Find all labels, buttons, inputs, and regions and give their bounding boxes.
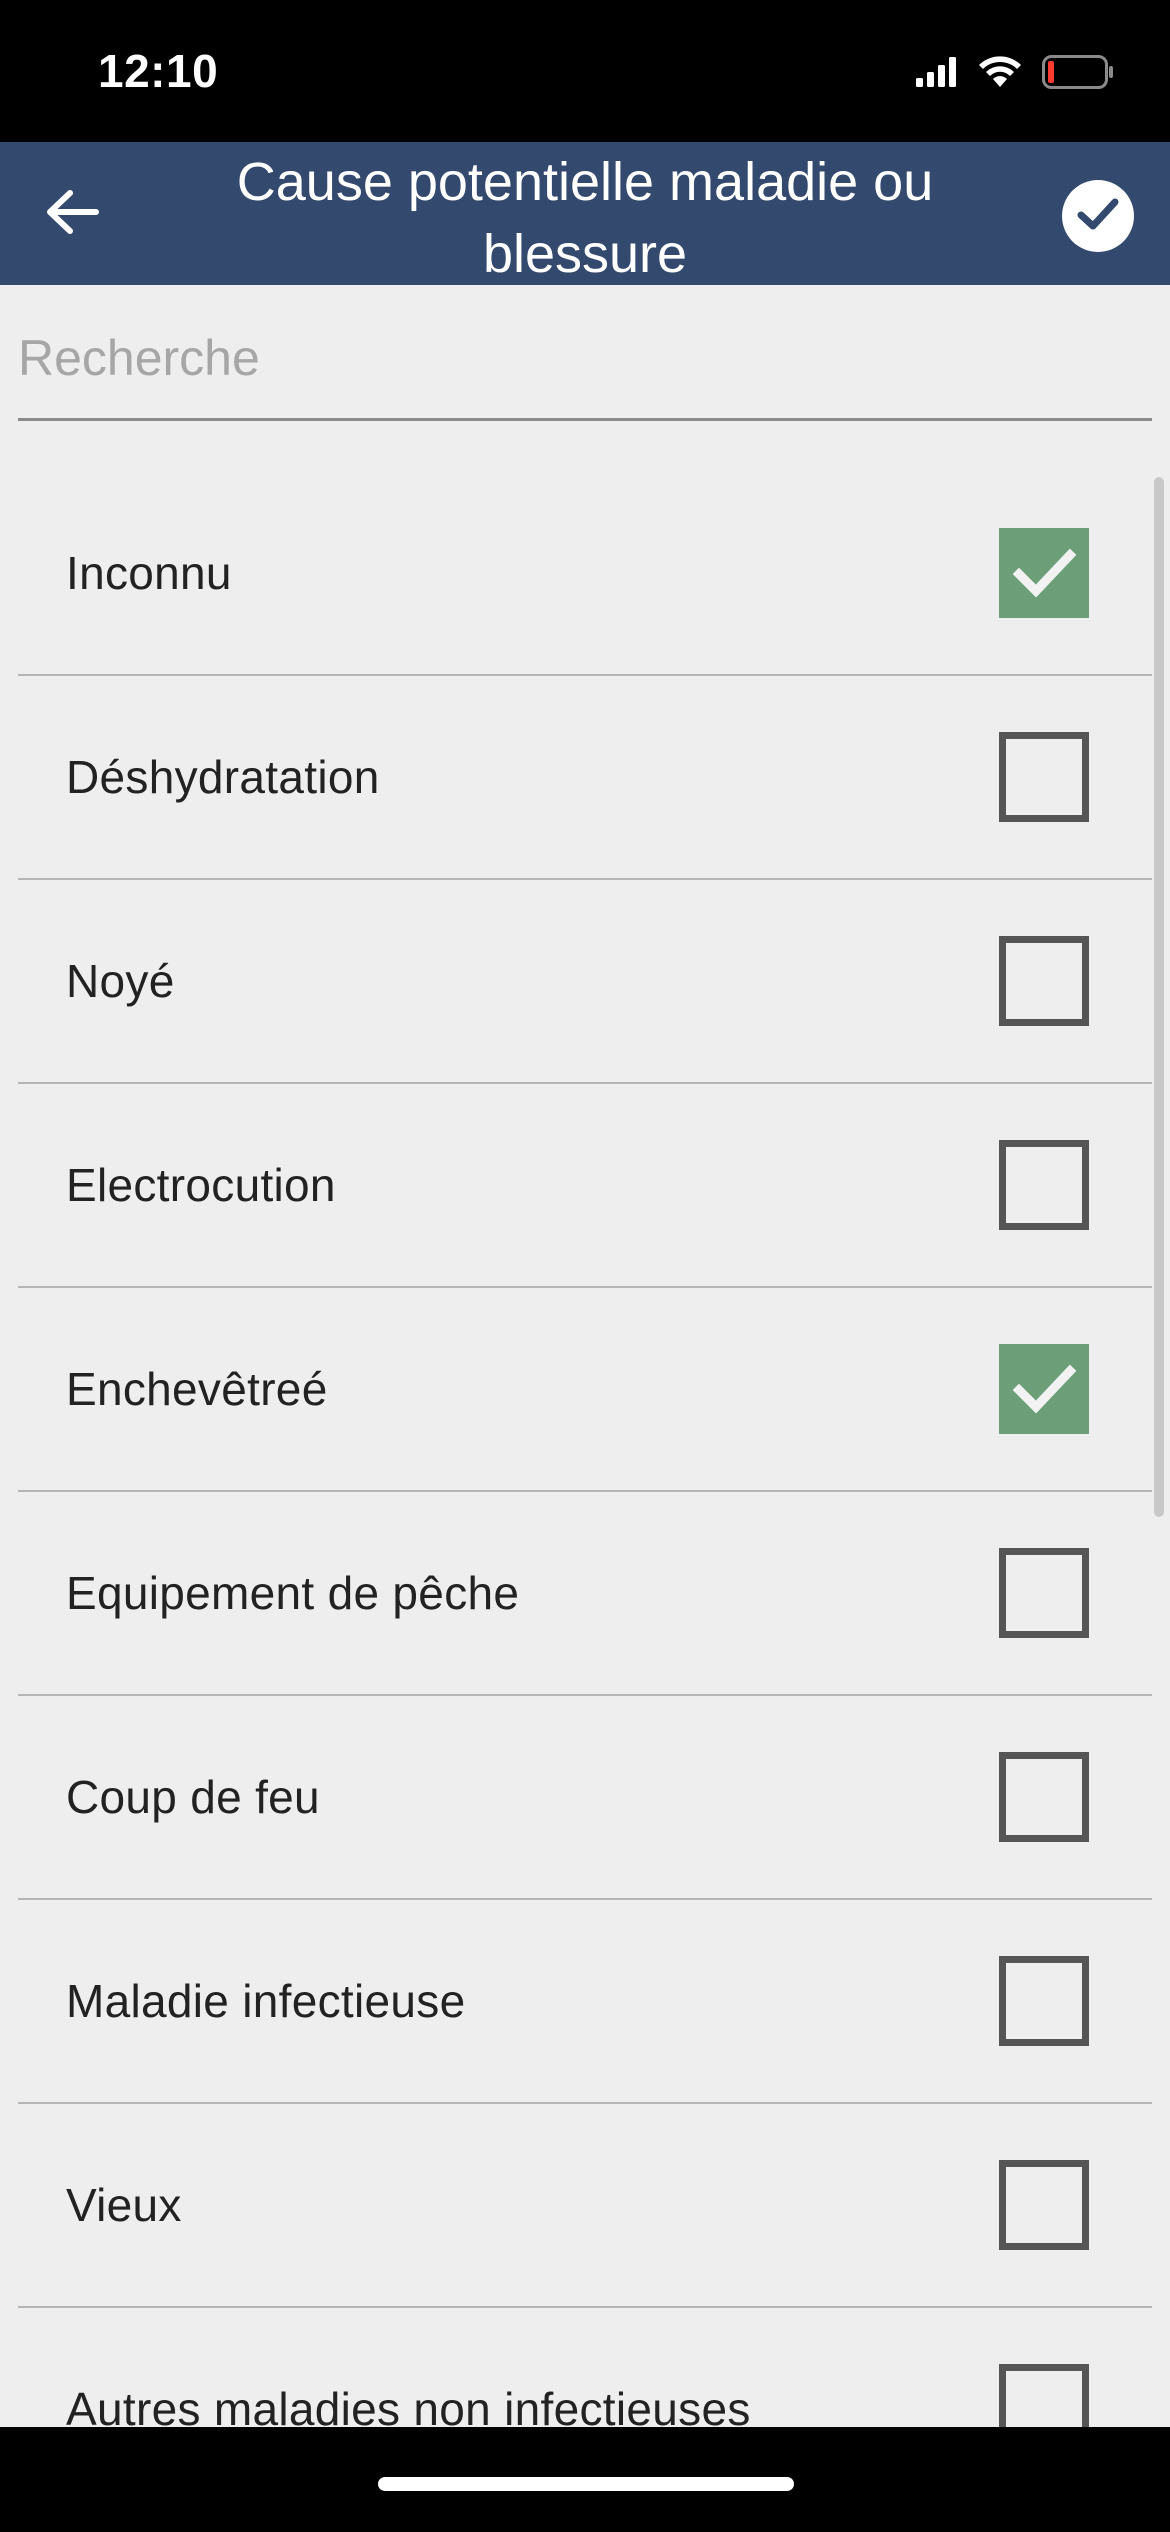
status-icons [916, 52, 1114, 96]
item-label: Equipement de pêche [66, 1567, 520, 1619]
cellular-signal-icon [916, 56, 958, 92]
list-item[interactable]: Coup de feu [18, 1696, 1152, 1900]
item-label: Enchevêtreé [66, 1363, 328, 1415]
item-label: Déshydratation [66, 751, 380, 803]
back-button[interactable] [36, 182, 108, 246]
checkbox[interactable] [999, 1344, 1089, 1434]
list-item[interactable]: Vieux [18, 2104, 1152, 2308]
home-indicator[interactable] [378, 2477, 794, 2491]
checkbox[interactable] [999, 528, 1089, 618]
checkbox[interactable] [999, 2160, 1089, 2250]
check-circle-icon [1075, 194, 1121, 239]
cause-list: Inconnu Déshydratation Noyé Electrocutio… [18, 472, 1152, 2427]
list-item[interactable]: Noyé [18, 880, 1152, 1084]
item-label: Coup de feu [66, 1771, 320, 1823]
item-label: Autres maladies non infectieuses [66, 2383, 751, 2427]
item-label: Inconnu [66, 547, 232, 599]
checkbox[interactable] [999, 1752, 1089, 1842]
status-time: 12:10 [98, 45, 219, 97]
list-item[interactable]: Electrocution [18, 1084, 1152, 1288]
page-title: Cause potentielle maladie ou blessure [236, 152, 934, 284]
checkbox[interactable] [999, 1548, 1089, 1638]
checkbox[interactable] [999, 732, 1089, 822]
status-bar: 12:10 [0, 0, 1170, 142]
list-item[interactable]: Equipement de pêche [18, 1492, 1152, 1696]
confirm-button[interactable] [1062, 180, 1134, 252]
arrow-left-icon [44, 188, 100, 241]
list-item[interactable]: Enchevêtreé [18, 1288, 1152, 1492]
content-area: Inconnu Déshydratation Noyé Electrocutio… [0, 285, 1170, 2427]
search-field [18, 285, 1152, 421]
item-label: Noyé [66, 955, 175, 1007]
checkbox[interactable] [999, 1140, 1089, 1230]
scrollbar-thumb[interactable] [1154, 477, 1164, 1517]
item-label: Electrocution [66, 1159, 336, 1211]
list-item[interactable]: Inconnu [18, 472, 1152, 676]
checkbox[interactable] [999, 2364, 1089, 2427]
checkbox[interactable] [999, 1956, 1089, 2046]
item-label: Maladie infectieuse [66, 1975, 466, 2027]
home-bar [0, 2427, 1170, 2532]
app-header: Cause potentielle maladie ou blessure [0, 142, 1170, 285]
scrollbar[interactable] [1154, 477, 1164, 1517]
checkbox[interactable] [999, 936, 1089, 1026]
search-input[interactable] [18, 329, 1152, 387]
list-item[interactable]: Déshydratation [18, 676, 1152, 880]
list-item[interactable]: Autres maladies non infectieuses [18, 2308, 1152, 2427]
item-label: Vieux [66, 2179, 182, 2231]
wifi-icon [978, 55, 1022, 93]
checkmark-icon [1012, 1364, 1077, 1414]
list-item[interactable]: Maladie infectieuse [18, 1900, 1152, 2104]
checkmark-icon [1012, 548, 1077, 598]
battery-low-icon [1042, 54, 1114, 94]
